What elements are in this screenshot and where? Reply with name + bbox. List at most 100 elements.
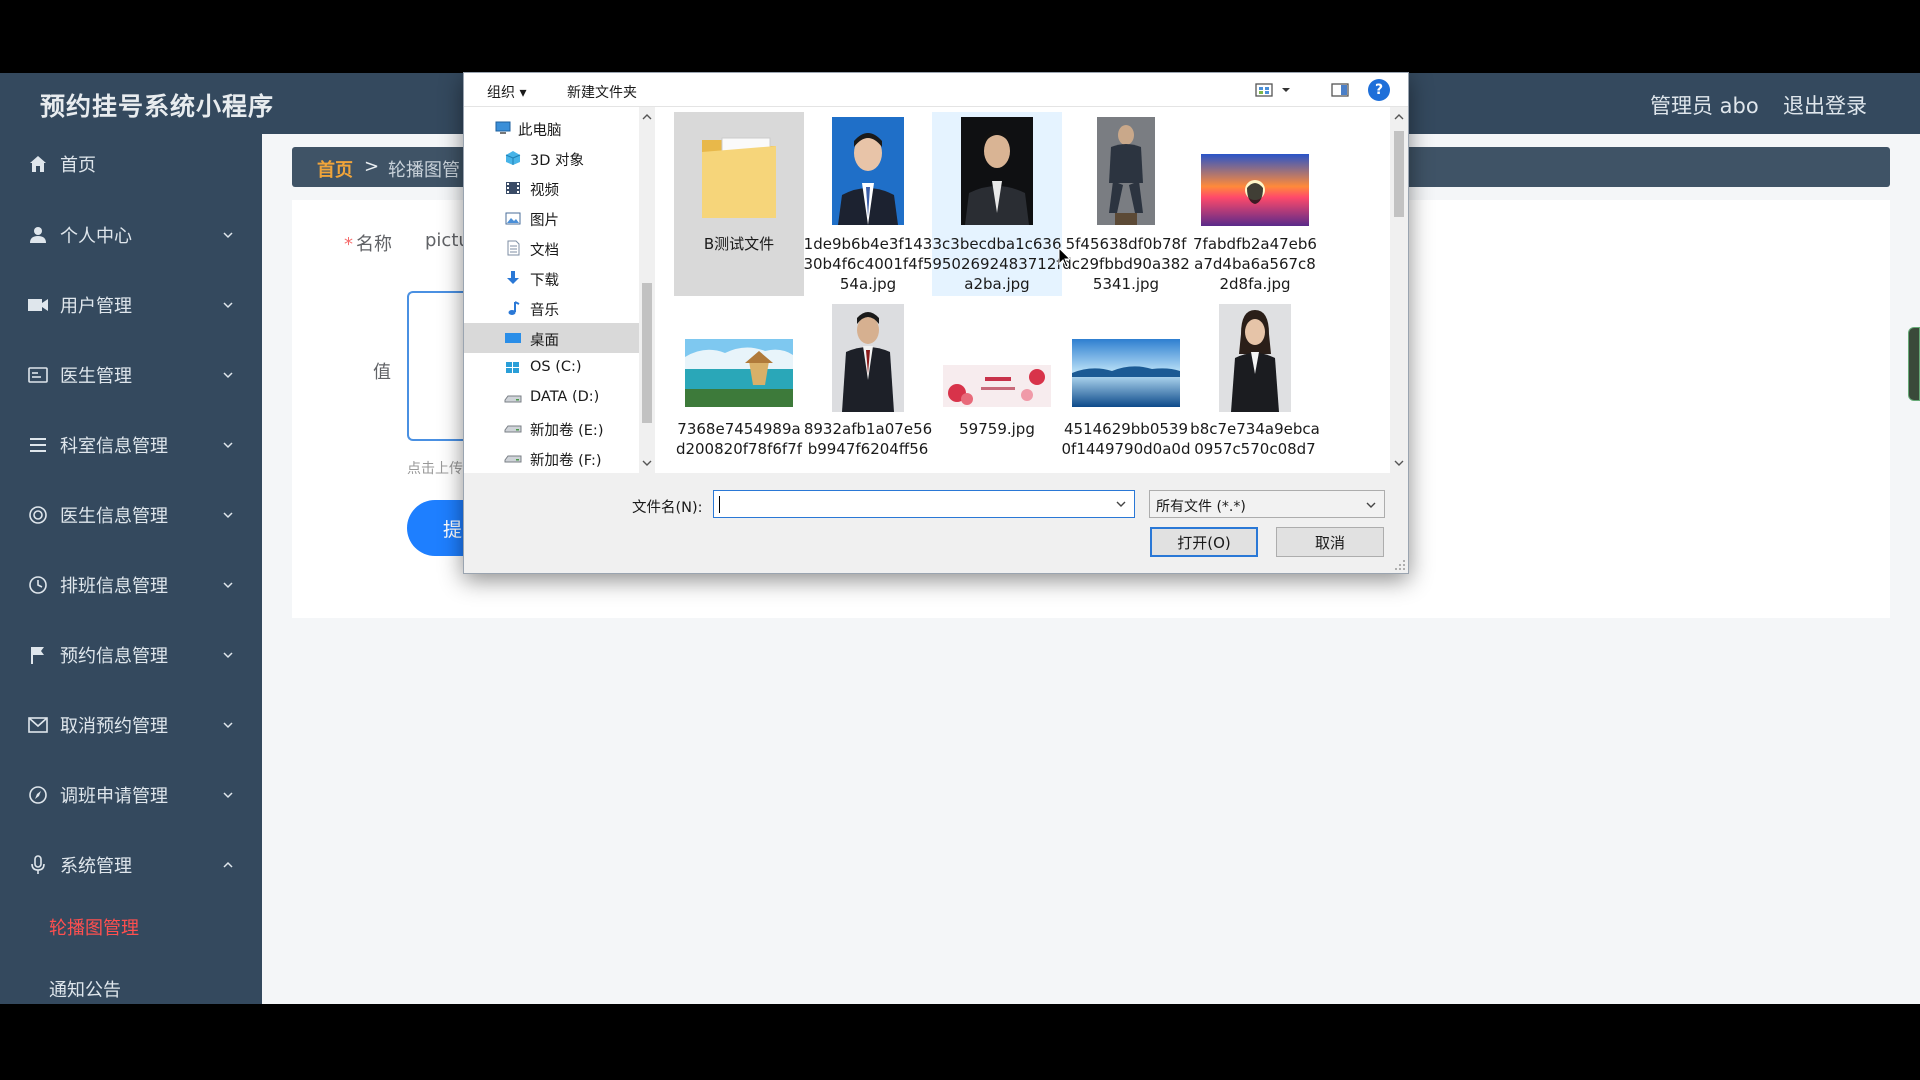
tree-item-pictures[interactable]: 图片 <box>464 203 639 233</box>
navigation-scrollbar[interactable] <box>639 107 655 473</box>
chevron-down-icon <box>1366 502 1376 508</box>
file-list: B测试文件 1de9b6b4e3f14330b4f6c4001f4f554a.j… <box>655 107 1390 473</box>
sidebar-item-cancel-appointment[interactable]: 取消预约管理 <box>0 698 262 752</box>
view-dropdown-icon[interactable] <box>1280 81 1292 99</box>
tree-item-os-c[interactable]: OS (C:) <box>464 353 639 383</box>
tree-item-documents[interactable]: 文档 <box>464 233 639 263</box>
tree-item-volume-f[interactable]: 新加卷 (F:) <box>464 443 639 473</box>
desktop-icon <box>505 333 521 343</box>
tree-item-label: 文档 <box>530 243 559 259</box>
scroll-thumb[interactable] <box>642 283 652 423</box>
document-icon <box>507 240 520 256</box>
compass-icon <box>27 784 49 806</box>
tree-item-volume-e[interactable]: 新加卷 (E:) <box>464 413 639 443</box>
value-label: 值 <box>373 362 391 383</box>
sidebar-item-home[interactable]: 首页 <box>0 137 262 191</box>
file-name: 8932afb1a07e56b9947f6204ff5631.jpg <box>803 420 933 458</box>
chevron-down-icon <box>223 582 233 589</box>
scroll-down-icon[interactable] <box>1391 456 1407 470</box>
chevron-down-icon[interactable] <box>1114 497 1128 511</box>
organize-menu[interactable]: 组织 ▾ <box>487 82 526 102</box>
sidebar-item-department-info[interactable]: 科室信息管理 <box>0 418 262 472</box>
sidebar-item-schedule-info[interactable]: 排班信息管理 <box>0 558 262 612</box>
scroll-up-icon[interactable] <box>639 110 655 124</box>
sidebar-item-label: 科室信息管理 <box>60 436 168 457</box>
list-icon <box>27 434 49 456</box>
sidebar-item-doctor-management[interactable]: 医生管理 <box>0 348 262 402</box>
sidebar: 首页 个人中心 用户管理 医生管理 科室信息管理 医生信息管理 排班信息管理 预… <box>0 134 262 1004</box>
sidebar-item-system-management[interactable]: 系统管理 <box>0 838 262 892</box>
file-name: b8c7e734a9ebca0957c570c08d7ee0.jpg <box>1190 420 1320 458</box>
breadcrumb-home[interactable]: 首页 <box>317 156 353 182</box>
scroll-thumb[interactable] <box>1394 131 1404 217</box>
tree-item-data-d[interactable]: DATA (D:) <box>464 383 639 413</box>
chevron-down-icon <box>223 302 233 309</box>
sidebar-item-appointment-info[interactable]: 预约信息管理 <box>0 628 262 682</box>
resize-grip-icon[interactable] <box>1394 559 1406 571</box>
sidebar-subitem-label: 轮播图管理 <box>49 918 139 939</box>
filetype-select[interactable]: 所有文件 (*.*) <box>1149 490 1385 518</box>
file-list-scrollbar[interactable] <box>1390 107 1408 473</box>
blue-lake-icon <box>1072 339 1180 407</box>
screen: 预约挂号系统小程序 管理员 abo 退出登录 首页 个人中心 用户管理 医生管理… <box>0 0 1920 1080</box>
preview-pane-icon[interactable] <box>1330 81 1350 99</box>
os-drive-icon <box>506 362 519 373</box>
tree-item-desktop[interactable]: 桌面 <box>464 323 639 353</box>
file-item[interactable]: 1de9b6b4e3f14330b4f6c4001f4f554a.jpg <box>803 112 933 296</box>
breadcrumb-current: 轮播图管 <box>388 160 460 181</box>
sidebar-subitem-carousel[interactable]: 轮播图管理 <box>0 902 262 952</box>
tree-item-label: 图片 <box>530 213 559 229</box>
open-button[interactable]: 打开(O) <box>1150 527 1258 557</box>
filename-input[interactable] <box>713 490 1135 518</box>
tree-item-label: 桌面 <box>530 333 559 349</box>
home-icon <box>27 153 49 175</box>
file-item[interactable]: 4514629bb05390f1449790d0a0d818.jpg <box>1061 299 1191 473</box>
music-icon <box>508 301 520 315</box>
tree-item-label: 3D 对象 <box>530 153 584 169</box>
sidebar-item-label: 调班申请管理 <box>60 786 168 807</box>
file-item-folder[interactable]: B测试文件 <box>674 112 804 296</box>
drive-icon <box>504 455 522 463</box>
name-label: * 名称 <box>344 230 392 256</box>
help-icon[interactable]: ? <box>1368 79 1390 101</box>
sidebar-item-shift-swap[interactable]: 调班申请管理 <box>0 768 262 822</box>
tree-item-videos[interactable]: 视频 <box>464 173 639 203</box>
file-item[interactable]: 59759.jpg <box>932 299 1062 473</box>
scroll-down-icon[interactable] <box>639 456 655 470</box>
floral-banner-icon <box>943 365 1051 407</box>
users-icon <box>27 294 49 316</box>
tree-item-this-pc[interactable]: 此电脑 <box>464 113 639 143</box>
file-item[interactable]: 8932afb1a07e56b9947f6204ff5631.jpg <box>803 299 933 473</box>
text-caret <box>719 496 720 513</box>
page-scroll-handle[interactable] <box>1908 327 1920 401</box>
scroll-up-icon[interactable] <box>1391 110 1407 124</box>
file-item[interactable]: 7368e7454989ad200820f78f6f7f17.jpg <box>674 299 804 473</box>
tree-item-3d-objects[interactable]: 3D 对象 <box>464 143 639 173</box>
file-item[interactable]: b8c7e734a9ebca0957c570c08d7ee0.jpg <box>1190 299 1320 473</box>
sidebar-item-personal-center[interactable]: 个人中心 <box>0 208 262 262</box>
file-item[interactable]: 7fabdfb2a47eb6a7d4ba6a567c82d8fa.jpg <box>1190 112 1320 296</box>
sidebar-item-label: 个人中心 <box>60 226 132 247</box>
file-name: 7fabdfb2a47eb6a7d4ba6a567c82d8fa.jpg <box>1193 235 1317 293</box>
cancel-button[interactable]: 取消 <box>1276 527 1384 557</box>
logout-link[interactable]: 退出登录 <box>1783 90 1867 120</box>
sidebar-item-doctor-info[interactable]: 医生信息管理 <box>0 488 262 542</box>
chevron-down-icon <box>223 512 233 519</box>
sidebar-item-label: 预约信息管理 <box>60 646 168 667</box>
sidebar-item-user-management[interactable]: 用户管理 <box>0 278 262 332</box>
sidebar-subitem-notice[interactable]: 通知公告 <box>0 964 262 1004</box>
file-item[interactable]: 3c3becdba1c6369502692483712fa2ba.jpg <box>932 112 1062 296</box>
portrait-man-dark-icon <box>961 117 1033 225</box>
sidebar-subitem-label: 通知公告 <box>49 980 121 1001</box>
tree-item-label: OS (C:) <box>530 359 582 375</box>
file-item[interactable]: 5f45638df0b78fdc29fbbd90a3825341.jpg <box>1061 112 1191 296</box>
chevron-down-icon <box>223 792 233 799</box>
tree-item-music[interactable]: 音乐 <box>464 293 639 323</box>
tree-item-label: DATA (D:) <box>530 389 600 405</box>
new-folder-button[interactable]: 新建文件夹 <box>567 82 637 102</box>
tree-item-label: 音乐 <box>530 303 559 319</box>
tree-item-downloads[interactable]: 下载 <box>464 263 639 293</box>
download-icon <box>507 271 519 284</box>
file-name: 4514629bb05390f1449790d0a0d818.jpg <box>1061 420 1191 458</box>
view-mode-icon[interactable] <box>1254 81 1274 99</box>
